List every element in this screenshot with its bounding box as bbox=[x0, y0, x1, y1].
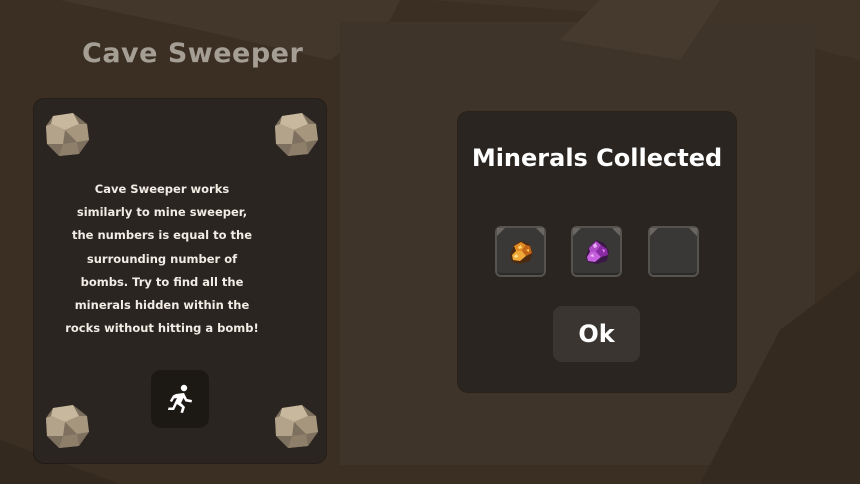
instructions-line: rocks without hitting a bomb! bbox=[65, 321, 259, 336]
ok-button[interactable]: Ok bbox=[553, 306, 640, 362]
game-title: Cave Sweeper bbox=[82, 38, 304, 69]
instructions-line: surrounding number of bbox=[86, 251, 238, 266]
running-person-icon bbox=[168, 384, 192, 413]
gold-ore-icon bbox=[510, 241, 533, 264]
rock-icon bbox=[46, 113, 89, 156]
instructions-line: bombs. Try to find all the bbox=[80, 274, 244, 289]
rock-icon bbox=[275, 113, 318, 156]
mineral-slot bbox=[495, 226, 546, 277]
instructions-line: minerals hidden within the bbox=[74, 298, 250, 313]
exit-button[interactable] bbox=[151, 370, 209, 428]
instructions-line: Cave Sweeper works bbox=[94, 182, 230, 196]
mineral-slot-empty bbox=[648, 226, 699, 277]
mineral-slot bbox=[571, 226, 622, 277]
amethyst-ore-icon bbox=[586, 240, 609, 264]
instructions-line: the numbers is equal to the bbox=[72, 228, 252, 243]
rock-icon bbox=[275, 405, 318, 448]
instructions-text: Cave Sweeper works similarly to mine swe… bbox=[52, 178, 272, 340]
instructions-line: similarly to mine sweeper, bbox=[76, 205, 248, 220]
results-heading: Minerals Collected bbox=[471, 144, 723, 172]
rock-icon bbox=[46, 405, 89, 448]
